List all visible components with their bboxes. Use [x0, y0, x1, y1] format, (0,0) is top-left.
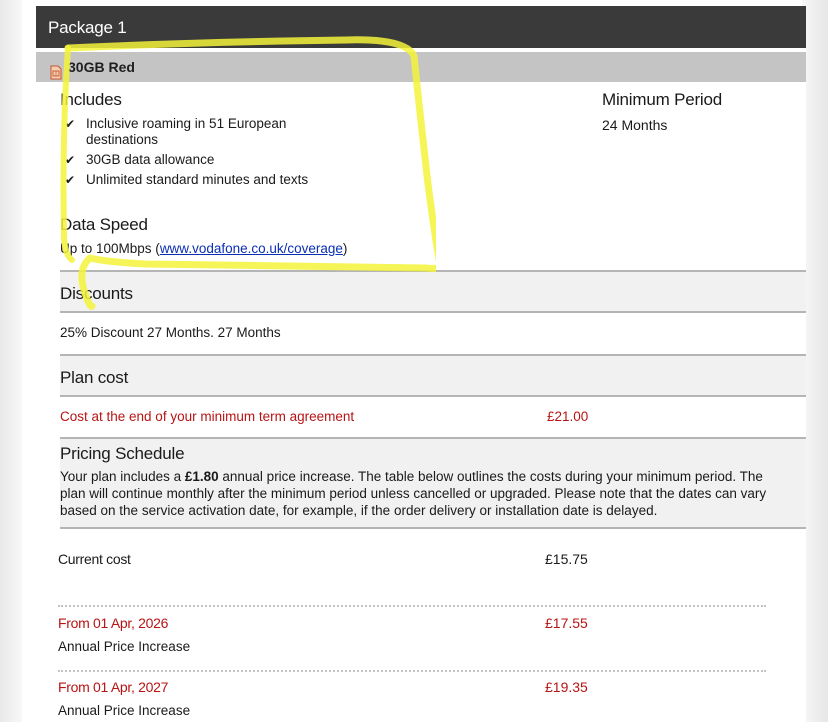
- current-cost-value: £15.75: [545, 551, 588, 567]
- includes-list: ✔ Inclusive roaming in 51 European desti…: [60, 116, 360, 192]
- includes-item: ✔ 30GB data allowance: [65, 152, 215, 167]
- includes-title: Includes: [60, 90, 122, 109]
- sim-card-icon: [50, 60, 62, 79]
- schedule-row-value: £17.55: [545, 615, 588, 631]
- plan-cost-title: Plan cost: [60, 368, 129, 387]
- page: Package 1 30GB Red Includes ✔ Inclusive …: [0, 0, 828, 722]
- pricing-schedule-title: Pricing Schedule: [60, 444, 185, 463]
- divider: [60, 395, 806, 397]
- divider: [60, 527, 806, 529]
- data-speed-text: Up to 100Mbps (www.vodafone.co.uk/covera…: [60, 241, 348, 256]
- data-speed-title: Data Speed: [60, 215, 148, 234]
- check-icon: ✔: [65, 117, 76, 131]
- discounts-band: [60, 272, 806, 311]
- plan-cost-band: [60, 356, 806, 395]
- coverage-link[interactable]: www.vodafone.co.uk/coverage: [160, 241, 343, 256]
- pricing-schedule-text: Your plan includes a £1.80 annual price …: [60, 469, 767, 518]
- schedule-row-note: Annual Price Increase: [58, 703, 191, 718]
- schedule-row-label: From 01 Apr, 2026: [58, 615, 169, 631]
- schedule-row-note: Annual Price Increase: [58, 639, 191, 654]
- dotted-separator: [58, 605, 766, 607]
- divider: [60, 311, 806, 313]
- check-icon: ✔: [65, 153, 76, 167]
- includes-item: ✔ Unlimited standard minutes and texts: [65, 172, 309, 187]
- minimum-period-value: 24 Months: [602, 117, 668, 133]
- includes-item: ✔ Inclusive roaming in 51 European desti…: [65, 116, 287, 147]
- plan-name: 30GB Red: [68, 59, 135, 75]
- current-cost-label: Current cost: [58, 551, 131, 567]
- discount-text: 25% Discount 27 Months. 27 Months: [60, 325, 281, 340]
- end-term-cost-value: £21.00: [547, 409, 589, 424]
- discounts-title: Discounts: [60, 284, 133, 303]
- schedule-row-value: £19.35: [545, 679, 588, 695]
- plan-name-bar: 30GB Red: [36, 52, 806, 82]
- minimum-period-title: Minimum Period: [602, 90, 723, 109]
- package-header: Package 1: [36, 6, 806, 48]
- schedule-row-label: From 01 Apr, 2027: [58, 679, 169, 695]
- dotted-separator: [58, 670, 766, 672]
- photo-edge-left: [0, 0, 22, 722]
- end-term-cost-label: Cost at the end of your minimum term agr…: [60, 409, 355, 424]
- check-icon: ✔: [65, 173, 76, 187]
- package-card: Package 1 30GB Red Includes ✔ Inclusive …: [36, 6, 806, 722]
